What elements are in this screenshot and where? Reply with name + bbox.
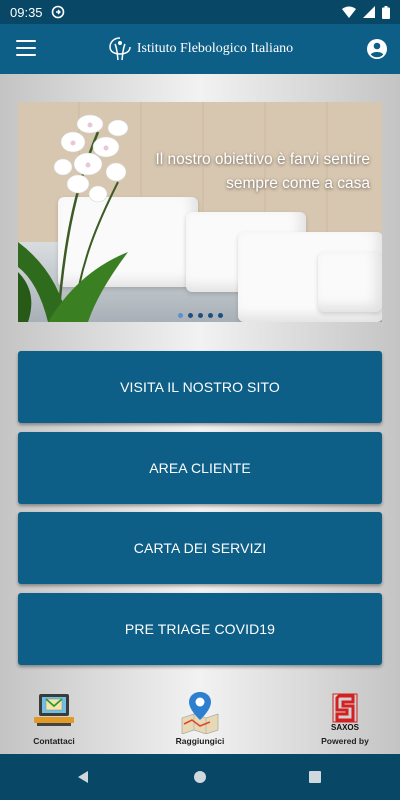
app-logo: Istituto Flebologico Italiano	[107, 36, 293, 62]
battery-icon	[382, 5, 390, 19]
wifi-icon	[342, 6, 356, 18]
service-charter-button[interactable]: CARTA DEI SERVIZI	[18, 512, 382, 584]
status-bar: 09:35	[0, 0, 400, 24]
system-navigation-bar	[0, 754, 400, 800]
reach-us-label: Raggiungici	[175, 736, 225, 746]
pre-triage-covid-button[interactable]: PRE TRIAGE COVID19	[18, 593, 382, 665]
laptop-mail-icon	[34, 694, 74, 726]
armchair-graphic	[318, 252, 382, 312]
powered-by-item[interactable]: SAXOS Powered by	[300, 690, 390, 746]
carousel-dot[interactable]	[207, 313, 213, 318]
app-title: Istituto Flebologico Italiano	[136, 41, 294, 56]
saxos-logo: SAXOS	[331, 693, 360, 732]
image-carousel[interactable]: Il nostro obiettivo è farvi sentire semp…	[18, 102, 382, 322]
visit-site-button[interactable]: VISITA IL NOSTRO SITO	[18, 351, 382, 423]
carousel-caption-line-1: Il nostro obiettivo è farvi sentire	[155, 151, 370, 168]
contact-us-label: Contattaci	[33, 736, 75, 746]
saxos-brand-text: SAXOS	[331, 723, 360, 732]
carousel-dot[interactable]	[217, 313, 223, 318]
contact-us-item[interactable]: Contattaci	[9, 690, 99, 746]
sync-icon	[51, 5, 64, 19]
bottom-shortcuts: Contattaci Raggiungici SAXOS Powered by	[0, 690, 400, 750]
home-icon[interactable]	[193, 770, 207, 784]
status-time: 09:35	[10, 4, 43, 20]
carousel-caption-line-2: sempre come a casa	[226, 175, 370, 192]
logo-emblem-icon	[109, 37, 131, 61]
signal-icon	[363, 6, 375, 18]
carousel-dot[interactable]	[177, 313, 183, 318]
carousel-caption: Il nostro obiettivo è farvi sentire semp…	[155, 148, 370, 196]
reach-us-item[interactable]: Raggiungici	[155, 690, 245, 746]
carousel-pagination	[18, 313, 382, 318]
map-pin-icon	[181, 692, 219, 734]
carousel-dot[interactable]	[197, 313, 203, 318]
app-bar: Istituto Flebologico Italiano	[0, 24, 400, 74]
hamburger-menu-icon[interactable]	[16, 40, 36, 56]
account-icon[interactable]	[366, 38, 388, 60]
carousel-dot[interactable]	[187, 313, 193, 318]
client-area-button[interactable]: AREA CLIENTE	[18, 432, 382, 504]
recents-icon[interactable]	[309, 771, 321, 783]
orchid-plant-graphic	[18, 114, 129, 322]
powered-by-label: Powered by	[321, 736, 369, 746]
back-icon[interactable]	[76, 770, 90, 784]
